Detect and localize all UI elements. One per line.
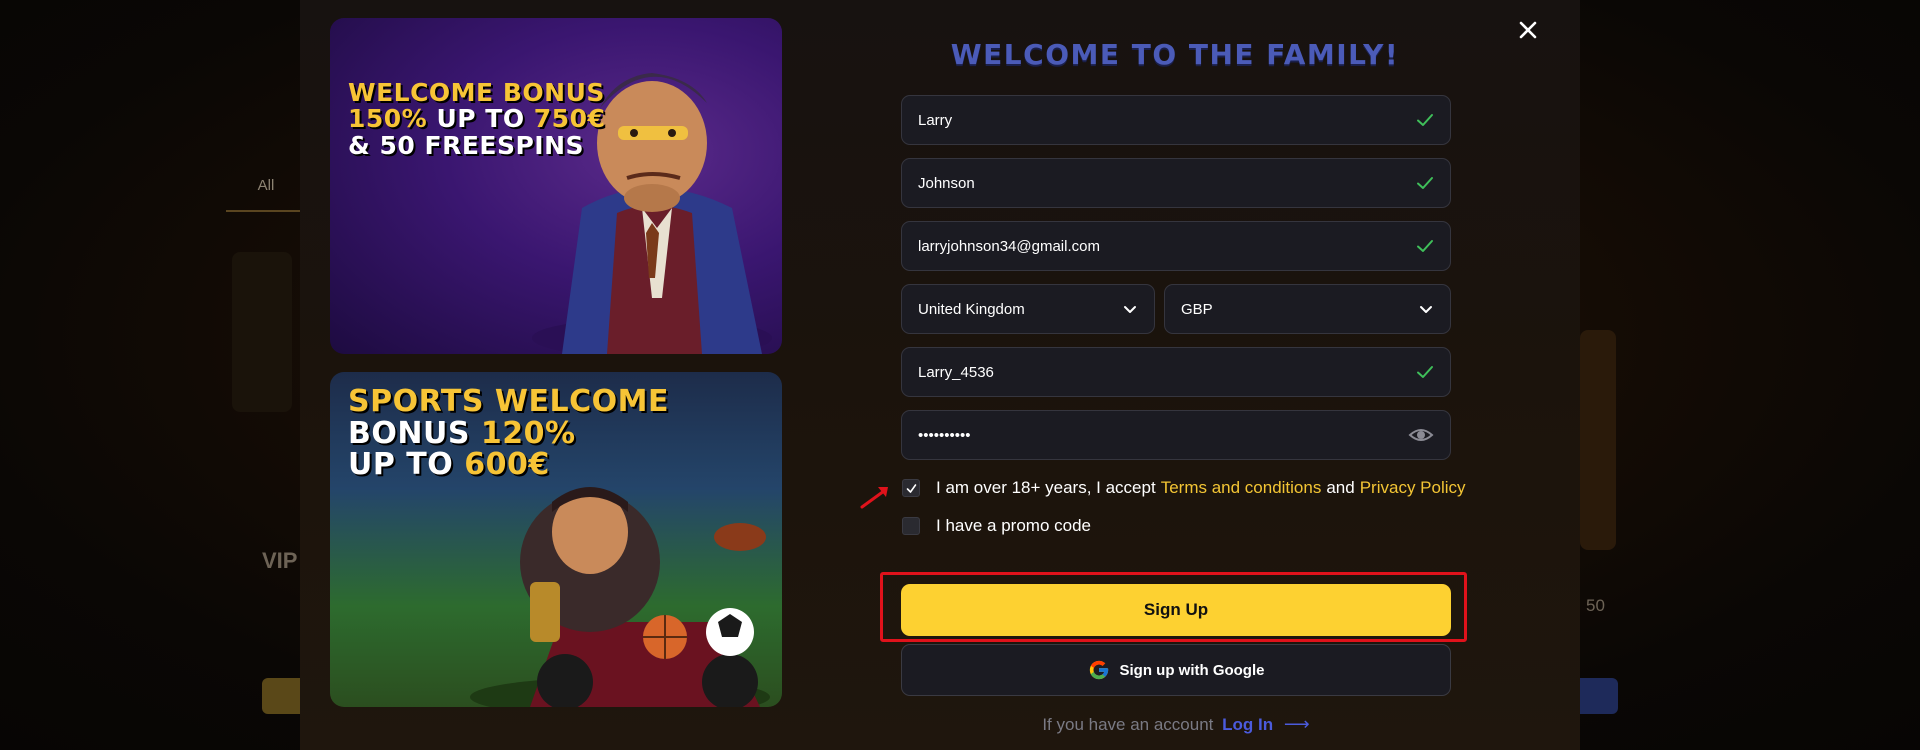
first-name-value: Larry bbox=[918, 111, 953, 129]
username-value: Larry_4536 bbox=[918, 363, 994, 381]
banner-line: 150% UP TO 750€ bbox=[348, 106, 605, 132]
google-icon bbox=[1089, 660, 1108, 680]
username-field[interactable]: Larry_4536 bbox=[901, 347, 1451, 397]
login-prompt-row: If you have an account Log In ⟶ bbox=[901, 714, 1451, 735]
banner-text-part: BONUS bbox=[348, 415, 481, 451]
banner-line: BONUS 120% bbox=[348, 415, 669, 451]
check-icon bbox=[1417, 366, 1433, 378]
email-field[interactable]: larryjohnson34@gmail.com bbox=[901, 221, 1451, 271]
login-link[interactable]: Log In bbox=[1222, 715, 1273, 734]
privacy-policy-link[interactable]: Privacy Policy bbox=[1360, 478, 1466, 498]
terms-and-text: and bbox=[1326, 478, 1355, 497]
country-value: United Kingdom bbox=[918, 300, 1025, 318]
banner-text-part: 150% bbox=[348, 104, 428, 134]
background-tab-all: All bbox=[226, 160, 306, 212]
email-value: larryjohnson34@gmail.com bbox=[918, 237, 1100, 255]
chevron-down-icon bbox=[1420, 306, 1432, 313]
terms-checkbox-row: I am over 18+ years, I accept Terms and … bbox=[902, 478, 1466, 498]
banner-headline: WELCOME BONUS 150% UP TO 750€ & 50 FREESPI… bbox=[348, 78, 605, 160]
background-number-label: 50 bbox=[1586, 596, 1605, 615]
background-tab-label: All bbox=[257, 176, 275, 194]
password-value: •••••••••• bbox=[918, 426, 971, 444]
banner-headline: SPORTS WELCOME BONUS 120% UP TO 600€ bbox=[348, 386, 669, 481]
password-field[interactable]: •••••••••• bbox=[901, 410, 1451, 460]
modal-title: WELCOME TO THE FAMILY! bbox=[950, 38, 1400, 71]
last-name-value: Johnson bbox=[918, 174, 975, 192]
google-signup-label: Sign up with Google bbox=[1119, 661, 1265, 679]
check-icon bbox=[1417, 114, 1433, 126]
eye-icon[interactable] bbox=[1408, 422, 1434, 448]
promo-text: I have a promo code bbox=[936, 516, 1091, 535]
close-button[interactable] bbox=[1516, 18, 1540, 42]
banner-text-part: 600€ bbox=[464, 447, 550, 482]
currency-select[interactable]: GBP bbox=[1164, 284, 1451, 334]
arrow-right-icon[interactable]: ⟶ bbox=[1284, 714, 1310, 734]
background-card bbox=[1580, 330, 1616, 550]
banner-line: SPORTS WELCOME bbox=[348, 386, 669, 418]
login-prompt-text: If you have an account bbox=[1042, 715, 1214, 734]
terms-link[interactable]: Terms and conditions bbox=[1161, 478, 1322, 498]
banner-text-part: & 50 FREESPINS bbox=[348, 130, 585, 160]
check-icon bbox=[1417, 240, 1433, 252]
banner-text-part: UP TO bbox=[348, 447, 465, 482]
banner-text-part: WELCOME BONUS bbox=[348, 78, 605, 107]
chevron-down-icon bbox=[1124, 306, 1136, 313]
checkmark-icon bbox=[906, 483, 916, 493]
check-icon bbox=[1417, 177, 1433, 189]
google-signup-button[interactable]: Sign up with Google bbox=[901, 644, 1451, 696]
promo-checkbox[interactable] bbox=[902, 517, 920, 535]
country-select[interactable]: United Kingdom bbox=[901, 284, 1155, 334]
first-name-field[interactable]: Larry bbox=[901, 95, 1451, 145]
sports-welcome-banner: SPORTS WELCOME BONUS 120% UP TO 600€ bbox=[330, 372, 782, 707]
banner-text-part: UP TO bbox=[427, 104, 534, 134]
banner-line: & 50 FREESPINS bbox=[348, 130, 605, 160]
currency-value: GBP bbox=[1181, 300, 1213, 318]
terms-text: I am over 18+ years, I accept bbox=[936, 478, 1156, 497]
sports-character-illustration bbox=[470, 487, 770, 707]
signup-button[interactable]: Sign Up bbox=[901, 584, 1451, 636]
annotation-arrow-icon bbox=[860, 487, 888, 509]
banner-text-part: 120% bbox=[480, 415, 576, 451]
last-name-field[interactable]: Johnson bbox=[901, 158, 1451, 208]
banner-text-part: 750€ bbox=[533, 104, 606, 134]
casino-welcome-banner: WELCOME BONUS 150% UP TO 750€ & 50 FREESPI… bbox=[330, 18, 782, 354]
banner-text-part: SPORTS WELCOME bbox=[348, 384, 669, 419]
promo-checkbox-row: I have a promo code bbox=[902, 516, 1091, 536]
terms-checkbox[interactable] bbox=[902, 479, 920, 497]
banner-line: WELCOME BONUS bbox=[348, 78, 605, 107]
banner-line: UP TO 600€ bbox=[348, 449, 669, 481]
close-icon bbox=[1519, 21, 1537, 39]
background-card bbox=[232, 252, 292, 412]
background-button bbox=[1574, 678, 1618, 714]
background-vip-label: VIP bbox=[262, 548, 298, 573]
